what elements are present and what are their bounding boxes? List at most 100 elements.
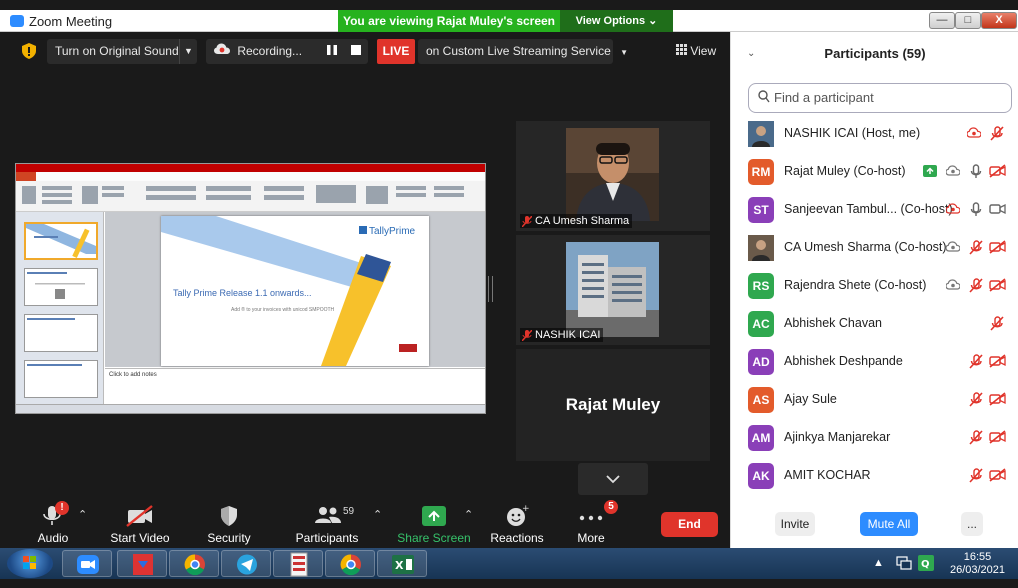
video-tile-nashik[interactable]: NASHIK ICAI — [516, 235, 710, 345]
record-icon — [945, 202, 961, 220]
view-button[interactable]: View — [670, 39, 720, 64]
start-video-label: Start Video — [110, 531, 170, 545]
recording-label: Recording... — [237, 44, 303, 58]
viewing-screen-banner: You are viewing Rajat Muley's screen — [338, 10, 560, 32]
taskbar-chrome[interactable] — [169, 550, 219, 577]
security-button[interactable]: Security — [189, 503, 269, 547]
share-screen-button[interactable]: Share Screen — [394, 503, 474, 547]
participant-row[interactable]: AC Abhishek Chavan — [731, 305, 1018, 343]
slide-headline: Tally Prime Release 1.1 onwards... — [173, 288, 312, 298]
participants-options-caret[interactable]: ⌃ — [373, 508, 382, 521]
share-options-caret[interactable]: ⌃ — [464, 508, 473, 521]
record-icon — [966, 126, 982, 144]
collapse-chevron-icon[interactable]: ⌄ — [747, 32, 755, 76]
participants-button[interactable]: 59 Participants — [287, 503, 367, 547]
video-off-icon[interactable] — [989, 430, 1006, 449]
close-button[interactable]: X — [981, 12, 1017, 29]
slide-thumbnail[interactable] — [24, 222, 98, 260]
emoji-icon: + — [507, 504, 529, 526]
participant-avatar: ST — [748, 197, 774, 223]
participant-row[interactable]: RM Rajat Muley (Co-host) — [731, 153, 1018, 191]
participant-row[interactable]: CA Umesh Sharma (Co-host) — [731, 229, 1018, 267]
video-off-icon[interactable] — [989, 354, 1006, 373]
original-sound-label: Turn on Original Sound — [55, 44, 179, 58]
participant-row[interactable]: AD Abhishek Deshpande — [731, 343, 1018, 381]
notes-pane[interactable]: Click to add notes — [105, 368, 485, 404]
scroll-down-button[interactable] — [578, 463, 648, 495]
mute-all-button[interactable]: Mute All — [860, 512, 918, 536]
participant-name: NASHIK ICAI (Host, me) — [784, 126, 921, 140]
pause-recording-icon[interactable] — [327, 39, 337, 64]
slide-thumbnail[interactable] — [24, 360, 98, 398]
invite-button[interactable]: Invite — [775, 512, 815, 536]
participant-avatar: AM — [748, 425, 774, 451]
network-icon[interactable] — [896, 556, 912, 571]
clock-date: 26/03/2021 — [949, 564, 1006, 576]
video-off-icon[interactable] — [989, 278, 1006, 297]
tally-icon — [290, 552, 308, 577]
video-off-icon[interactable] — [989, 240, 1006, 259]
stop-recording-icon[interactable] — [351, 39, 361, 64]
original-sound-button[interactable]: Turn on Original Sound ▼ — [47, 39, 197, 64]
taskbar-download[interactable] — [117, 550, 167, 577]
window-title: Zoom Meeting — [29, 14, 113, 29]
record-icon — [945, 240, 961, 258]
end-meeting-button[interactable]: End — [661, 512, 718, 537]
sharing-icon — [923, 164, 937, 182]
audio-options-caret[interactable]: ⌃ — [78, 508, 87, 521]
mic-muted-icon — [521, 329, 533, 342]
live-service-menu[interactable]: on Custom Live Streaming Service ▼ — [418, 39, 628, 64]
clock[interactable]: 16:55 26/03/2021 — [940, 551, 1015, 582]
mic-muted-icon[interactable] — [969, 354, 983, 374]
participant-row[interactable]: ST Sanjeevan Tambul... (Co-host) — [731, 191, 1018, 229]
mic-muted-icon[interactable] — [969, 430, 983, 450]
mic-icon[interactable] — [970, 202, 982, 222]
participant-row[interactable]: NASHIK ICAI (Host, me) — [731, 115, 1018, 153]
shared-screen[interactable]: TallyPrime Tally Prime Release 1.1 onwar… — [15, 163, 486, 414]
view-options-button[interactable]: View Options ⌄ — [560, 10, 673, 32]
video-off-icon[interactable] — [989, 468, 1006, 487]
taskbar-telegram[interactable] — [221, 550, 271, 577]
find-participant-input[interactable]: Find a participant — [748, 83, 1012, 113]
mic-muted-icon[interactable] — [969, 278, 983, 298]
taskbar-tally[interactable] — [273, 550, 323, 577]
participant-avatar — [748, 235, 774, 261]
reactions-button[interactable]: + Reactions — [477, 503, 557, 547]
more-options-button[interactable]: ... — [961, 512, 983, 536]
mic-muted-icon[interactable] — [969, 392, 983, 412]
video-tile-rajat[interactable]: Rajat Muley — [516, 349, 710, 461]
maximize-button[interactable]: □ — [955, 12, 981, 29]
svg-text:Q: Q — [921, 559, 930, 570]
video-on-icon[interactable] — [989, 202, 1006, 221]
mic-muted-icon[interactable] — [969, 240, 983, 260]
video-off-icon[interactable] — [989, 164, 1006, 183]
tray-overflow-icon[interactable]: ▲ — [873, 557, 884, 588]
view-options-label: View Options — [575, 15, 646, 27]
participant-avatar: RS — [748, 273, 774, 299]
splitter-handle[interactable] — [488, 276, 493, 302]
mic-muted-icon[interactable] — [990, 126, 1004, 146]
slide-thumbnail[interactable] — [24, 268, 98, 306]
taskbar-zoom[interactable] — [62, 550, 112, 577]
caret-down-icon[interactable]: ▼ — [179, 39, 197, 64]
participant-row[interactable]: AS Ajay Sule — [731, 381, 1018, 419]
mic-muted-icon[interactable] — [969, 468, 983, 488]
more-button[interactable]: 5 More — [551, 500, 631, 547]
video-off-icon[interactable] — [989, 392, 1006, 411]
taskbar-excel[interactable]: X — [377, 550, 427, 577]
mic-muted-icon[interactable] — [990, 316, 1004, 336]
participant-name: Abhishek Deshpande — [784, 354, 903, 368]
minimize-button[interactable]: — — [929, 12, 955, 29]
start-video-button[interactable]: Start Video — [100, 503, 180, 547]
slide-thumbnail[interactable] — [24, 314, 98, 352]
participant-row[interactable]: AM Ajinkya Manjarekar — [731, 419, 1018, 457]
video-tile-umesh[interactable]: CA Umesh Sharma — [516, 121, 710, 231]
mic-icon[interactable] — [970, 164, 982, 184]
taskbar-chrome-2[interactable] — [325, 550, 375, 577]
quickheal-icon[interactable]: Q — [918, 555, 934, 571]
participant-row[interactable]: RS Rajendra Shete (Co-host) — [731, 267, 1018, 305]
participant-row[interactable]: AK AMIT KOCHAR — [731, 457, 1018, 495]
start-button[interactable] — [7, 549, 53, 578]
participant-name: Sanjeevan Tambul... (Co-host) — [784, 202, 953, 216]
participants-title: Participants (59) — [824, 46, 926, 61]
